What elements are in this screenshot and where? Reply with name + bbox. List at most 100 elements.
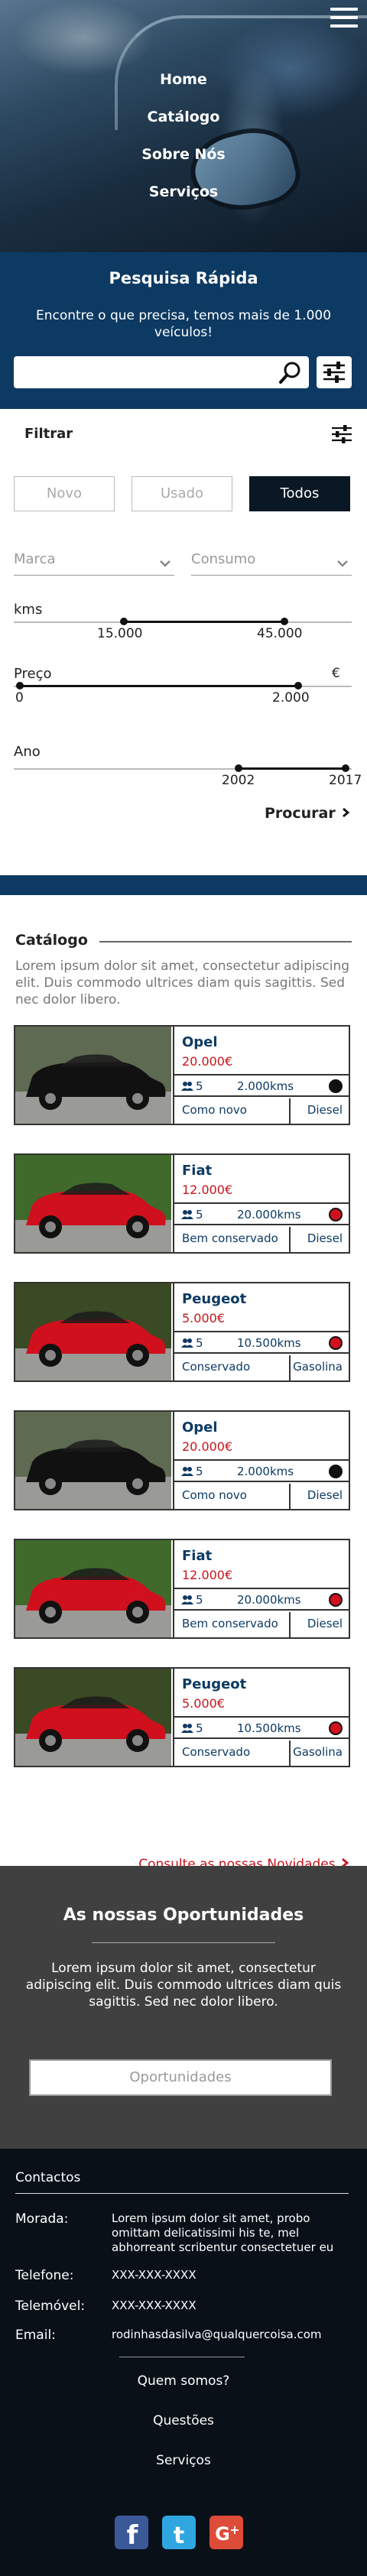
price-max-value: 2.000 xyxy=(272,690,310,706)
car-photo xyxy=(15,1412,171,1509)
footer-link-quem-somos[interactable]: Quem somos? xyxy=(0,2373,367,2389)
opportunities-text: Lorem ipsum dolor sit amet, consectetur … xyxy=(25,1961,342,2010)
procurar-label: Procurar xyxy=(265,805,336,822)
nav-sobre-nos[interactable]: Sobre Nós xyxy=(0,145,367,164)
car-info: Fiat 12.000€ 5 20.000kms Bem conservado Diese… xyxy=(173,1540,349,1637)
car-seats: 5 xyxy=(196,1208,203,1221)
year-max-handle[interactable] xyxy=(342,764,349,772)
car-info: Opel 20.000€ 5 2.000kms Como novo Diesel xyxy=(173,1412,349,1509)
footer-link-questoes[interactable]: Questões xyxy=(0,2413,367,2428)
car-meta: 5 2.000kms xyxy=(174,1459,349,1482)
nav-servicos[interactable]: Serviços xyxy=(0,183,367,202)
search-icon[interactable] xyxy=(277,358,304,386)
car-info: Fiat 12.000€ 5 20.000kms Bem conservado Diese… xyxy=(173,1155,349,1252)
hamburger-menu-icon[interactable] xyxy=(330,8,358,34)
segment-usado[interactable]: Usado xyxy=(132,476,232,511)
car-fuel: Diesel xyxy=(307,1103,343,1117)
car-card[interactable]: Opel 20.000€ 5 2.000kms Como novo Diesel xyxy=(14,1410,350,1510)
kms-max-handle[interactable] xyxy=(281,618,288,625)
opportunities-button[interactable]: Oportunidades xyxy=(29,2059,332,2096)
filter-section: Filtrar Novo Usado Todos Marca Consumo k… xyxy=(0,409,367,875)
catalog-description: Lorem ipsum dolor sit amet, consectetur … xyxy=(15,959,350,1007)
car-color-swatch xyxy=(329,1336,343,1350)
car-condition: Bem conservado xyxy=(182,1617,278,1630)
quick-search-title: Pesquisa Rápida xyxy=(109,269,258,287)
car-photo xyxy=(15,1669,171,1766)
card-divider xyxy=(289,1741,291,1766)
car-condition: Como novo xyxy=(182,1488,247,1502)
morada-value: Lorem ipsum dolor sit amet, probo omitta… xyxy=(112,2211,334,2254)
kms-max-value: 45.000 xyxy=(257,626,303,641)
nav-home[interactable]: Home xyxy=(0,70,367,89)
people-icon xyxy=(181,1595,193,1608)
facebook-icon[interactable]: f xyxy=(115,2516,148,2551)
google-plus-icon[interactable]: G + xyxy=(209,2516,243,2549)
footer-link-servicos[interactable]: Serviços xyxy=(0,2453,367,2468)
car-fuel: Diesel xyxy=(307,1488,343,1502)
car-price: 12.000€ xyxy=(182,1183,233,1197)
card-divider xyxy=(289,1484,291,1509)
procurar-button[interactable]: Procurar xyxy=(265,805,351,822)
car-color-swatch xyxy=(329,1079,343,1093)
car-name: Peugeot xyxy=(182,1676,247,1692)
twitter-icon[interactable]: t xyxy=(162,2516,196,2549)
hero-banner: Home Catálogo Sobre Nós Serviços xyxy=(0,0,367,252)
car-meta: 5 2.000kms xyxy=(174,1074,349,1097)
car-kms: 10.500kms xyxy=(237,1336,301,1350)
sliders-icon[interactable] xyxy=(330,423,353,446)
price-label: Preço xyxy=(14,666,52,682)
car-card[interactable]: Peugeot 5.000€ 5 10.500kms Conservado Gasolin… xyxy=(14,1282,350,1382)
card-divider xyxy=(289,1612,291,1637)
price-max-handle[interactable] xyxy=(294,682,302,689)
price-min-value: 0 xyxy=(15,690,24,706)
car-fuel: Diesel xyxy=(307,1231,343,1245)
opportunities-section: As nossas Oportunidades Lorem ipsum dolo… xyxy=(0,1866,367,2149)
car-card[interactable]: Peugeot 5.000€ 5 10.500kms Conservado Gasolin… xyxy=(14,1667,350,1767)
car-kms: 2.000kms xyxy=(237,1079,294,1093)
car-name: Opel xyxy=(182,1419,218,1436)
catalog-section: Catálogo Lorem ipsum dolor sit amet, con… xyxy=(0,895,367,1872)
car-photo xyxy=(15,1155,171,1252)
car-condition: Conservado xyxy=(182,1360,251,1374)
catalog-title-line xyxy=(99,941,352,942)
kms-fill xyxy=(124,621,284,623)
year-fill xyxy=(239,767,346,770)
car-seats: 5 xyxy=(196,1079,203,1093)
consumo-dropdown[interactable]: Consumo xyxy=(191,551,352,576)
price-min-handle[interactable] xyxy=(16,682,24,689)
car-fuel: Gasolina xyxy=(293,1745,343,1759)
nav-catalogo[interactable]: Catálogo xyxy=(0,108,367,127)
search-input[interactable] xyxy=(39,356,284,388)
segment-todos[interactable]: Todos xyxy=(249,476,350,511)
car-condition: Conservado xyxy=(182,1745,251,1759)
morada-label: Morada: xyxy=(15,2211,69,2227)
filter-title: Filtrar xyxy=(24,426,73,442)
chevron-down-icon xyxy=(336,556,349,572)
svg-text:G: G xyxy=(215,2523,230,2545)
email-link[interactable]: rodinhasdasilva@qualquercoisa.com xyxy=(112,2328,322,2342)
car-meta: 5 10.500kms xyxy=(174,1716,349,1739)
kms-min-handle[interactable] xyxy=(120,618,128,625)
car-card[interactable]: Opel 20.000€ 5 2.000kms Como novo Diesel xyxy=(14,1025,350,1125)
kms-min-value: 15.000 xyxy=(97,626,143,641)
car-card[interactable]: Fiat 12.000€ 5 20.000kms Bem conservado Diese… xyxy=(14,1539,350,1639)
car-kms: 2.000kms xyxy=(237,1465,294,1478)
people-icon xyxy=(181,1466,193,1480)
quick-search-subtitle: Encontre o que precisa, temos mais de 1.… xyxy=(35,308,332,340)
sliders-icon[interactable] xyxy=(317,356,352,388)
car-condition: Como novo xyxy=(182,1103,247,1117)
car-card[interactable]: Fiat 12.000€ 5 20.000kms Bem conservado Diese… xyxy=(14,1153,350,1254)
segment-novo[interactable]: Novo xyxy=(14,476,115,511)
car-meta: 5 20.000kms xyxy=(174,1202,349,1225)
opportunities-line xyxy=(92,1942,275,1943)
car-seats: 5 xyxy=(196,1593,203,1607)
marca-dropdown[interactable]: Marca xyxy=(14,551,174,576)
car-info: Peugeot 5.000€ 5 10.500kms Conservado Gasolin… xyxy=(173,1669,349,1766)
year-min-handle[interactable] xyxy=(235,764,242,772)
car-name: Fiat xyxy=(182,1163,213,1179)
people-icon xyxy=(181,1338,193,1351)
kms-label: kms xyxy=(14,602,43,618)
car-seats: 5 xyxy=(196,1336,203,1350)
footer: Contactos Morada: Lorem ipsum dolor sit … xyxy=(0,2149,367,2576)
car-meta: 5 20.000kms xyxy=(174,1588,349,1611)
